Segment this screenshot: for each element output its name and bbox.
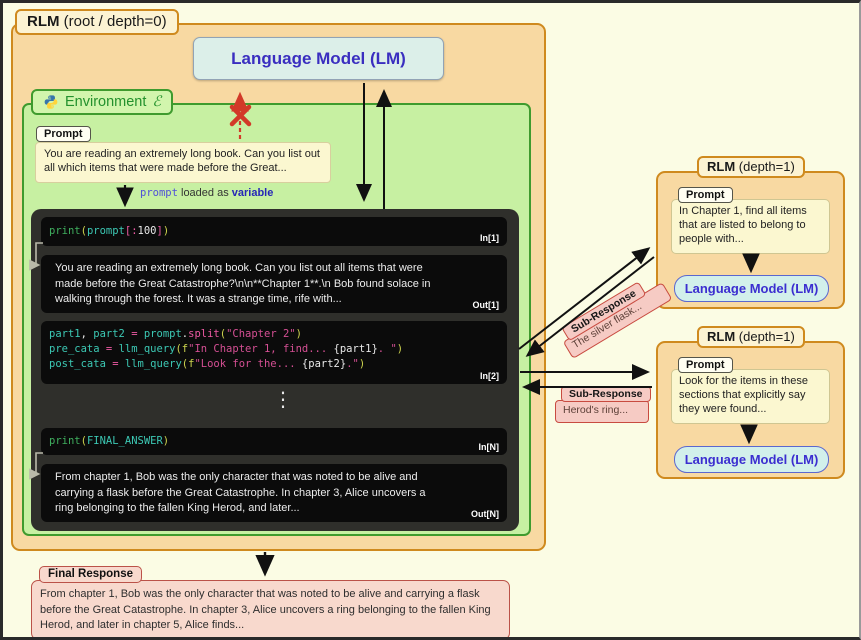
- repl-cell-out1: You are reading an extremely long book. …: [41, 255, 507, 313]
- prompt-box-sub1: In Chapter 1, find all items that are li…: [671, 199, 830, 254]
- prompt-tag-sub2: Prompt: [678, 357, 733, 373]
- language-model-label-sub2: Language Model (LM): [684, 452, 819, 467]
- repl-code-in2: part1, part2 = prompt.split("Chapter 2")…: [49, 328, 404, 370]
- sub-response-2-tag: Sub-Response: [561, 386, 651, 402]
- rlm-root-label: RLM (root / depth=0): [15, 9, 179, 35]
- ellipsis-dots: ⋮: [273, 387, 293, 411]
- repl-output-N: From chapter 1, Bob was the only charact…: [55, 471, 426, 514]
- repl-cell-inN: print(FINAL_ANSWER) In[N]: [41, 428, 507, 455]
- repl-cell-in2: part1, part2 = prompt.split("Chapter 2")…: [41, 321, 507, 384]
- repl-cell-in1-label: In[1]: [480, 233, 499, 243]
- prompt-box-sub2: Look for the items in these sections tha…: [671, 369, 830, 424]
- loaded-note-bold: variable: [231, 187, 274, 199]
- python-repl-panel: print(prompt[:100]) In[1] You are readin…: [31, 209, 519, 531]
- repl-cell-outN: From chapter 1, Bob was the only charact…: [41, 464, 507, 522]
- final-response-tag: Final Response: [39, 566, 142, 583]
- rlm-depth1-label-2: RLM (depth=1): [697, 326, 805, 348]
- prompt-tag-root: Prompt: [36, 126, 91, 142]
- rlm-depth1-label-1-bold: RLM: [707, 159, 736, 174]
- environment-label-text: Environment: [65, 94, 147, 110]
- python-icon: [43, 94, 59, 110]
- repl-cell-in2-label: In[2]: [480, 371, 499, 381]
- rlm-depth1-label-2-bold: RLM: [707, 329, 736, 344]
- loaded-note-mid: loaded as: [177, 187, 232, 199]
- final-response-box: From chapter 1, Bob was the only charact…: [31, 580, 510, 637]
- prompt-loaded-note: prompt loaded as variable: [140, 187, 273, 199]
- rlm-depth1-label-2-rest: (depth=1): [735, 329, 795, 344]
- environment-symbol: ℰ: [152, 94, 162, 110]
- rlm-root-label-bold: RLM: [27, 13, 60, 30]
- repl-cell-inN-label: In[N]: [478, 442, 500, 452]
- prompt-box-root: You are reading an extremely long book. …: [35, 142, 331, 183]
- language-model-label: Language Model (LM): [231, 48, 406, 68]
- rlm-root-label-rest: (root / depth=0): [59, 13, 167, 30]
- language-model-label-sub1: Language Model (LM): [684, 281, 819, 296]
- repl-cell-in1: print(prompt[:100]) In[1]: [41, 217, 507, 246]
- repl-code-inN: print(FINAL_ANSWER): [49, 435, 170, 447]
- environment-label: Environment ℰ: [31, 89, 174, 115]
- repl-output-1: You are reading an extremely long book. …: [55, 262, 431, 305]
- repl-cell-outN-label: Out[N]: [471, 509, 499, 519]
- loaded-note-var: prompt: [140, 187, 178, 199]
- prompt-tag-sub1: Prompt: [678, 187, 733, 203]
- sub-response-1: Sub-Response The silver flask...: [555, 273, 673, 360]
- repl-code-in1: print(prompt[:100]): [49, 225, 170, 237]
- language-model-box: Language Model (LM): [193, 37, 444, 80]
- language-model-box-sub1: Language Model (LM): [674, 275, 829, 302]
- rlm-depth1-label-1-rest: (depth=1): [735, 159, 795, 174]
- sub-response-2-text: Herod's ring...: [555, 400, 649, 423]
- rlm-depth1-label-1: RLM (depth=1): [697, 156, 805, 178]
- language-model-box-sub2: Language Model (LM): [674, 446, 829, 473]
- repl-cell-out1-label: Out[1]: [472, 300, 500, 310]
- rlm-architecture-diagram: RLM (root / depth=0) Language Model (LM)…: [0, 0, 861, 640]
